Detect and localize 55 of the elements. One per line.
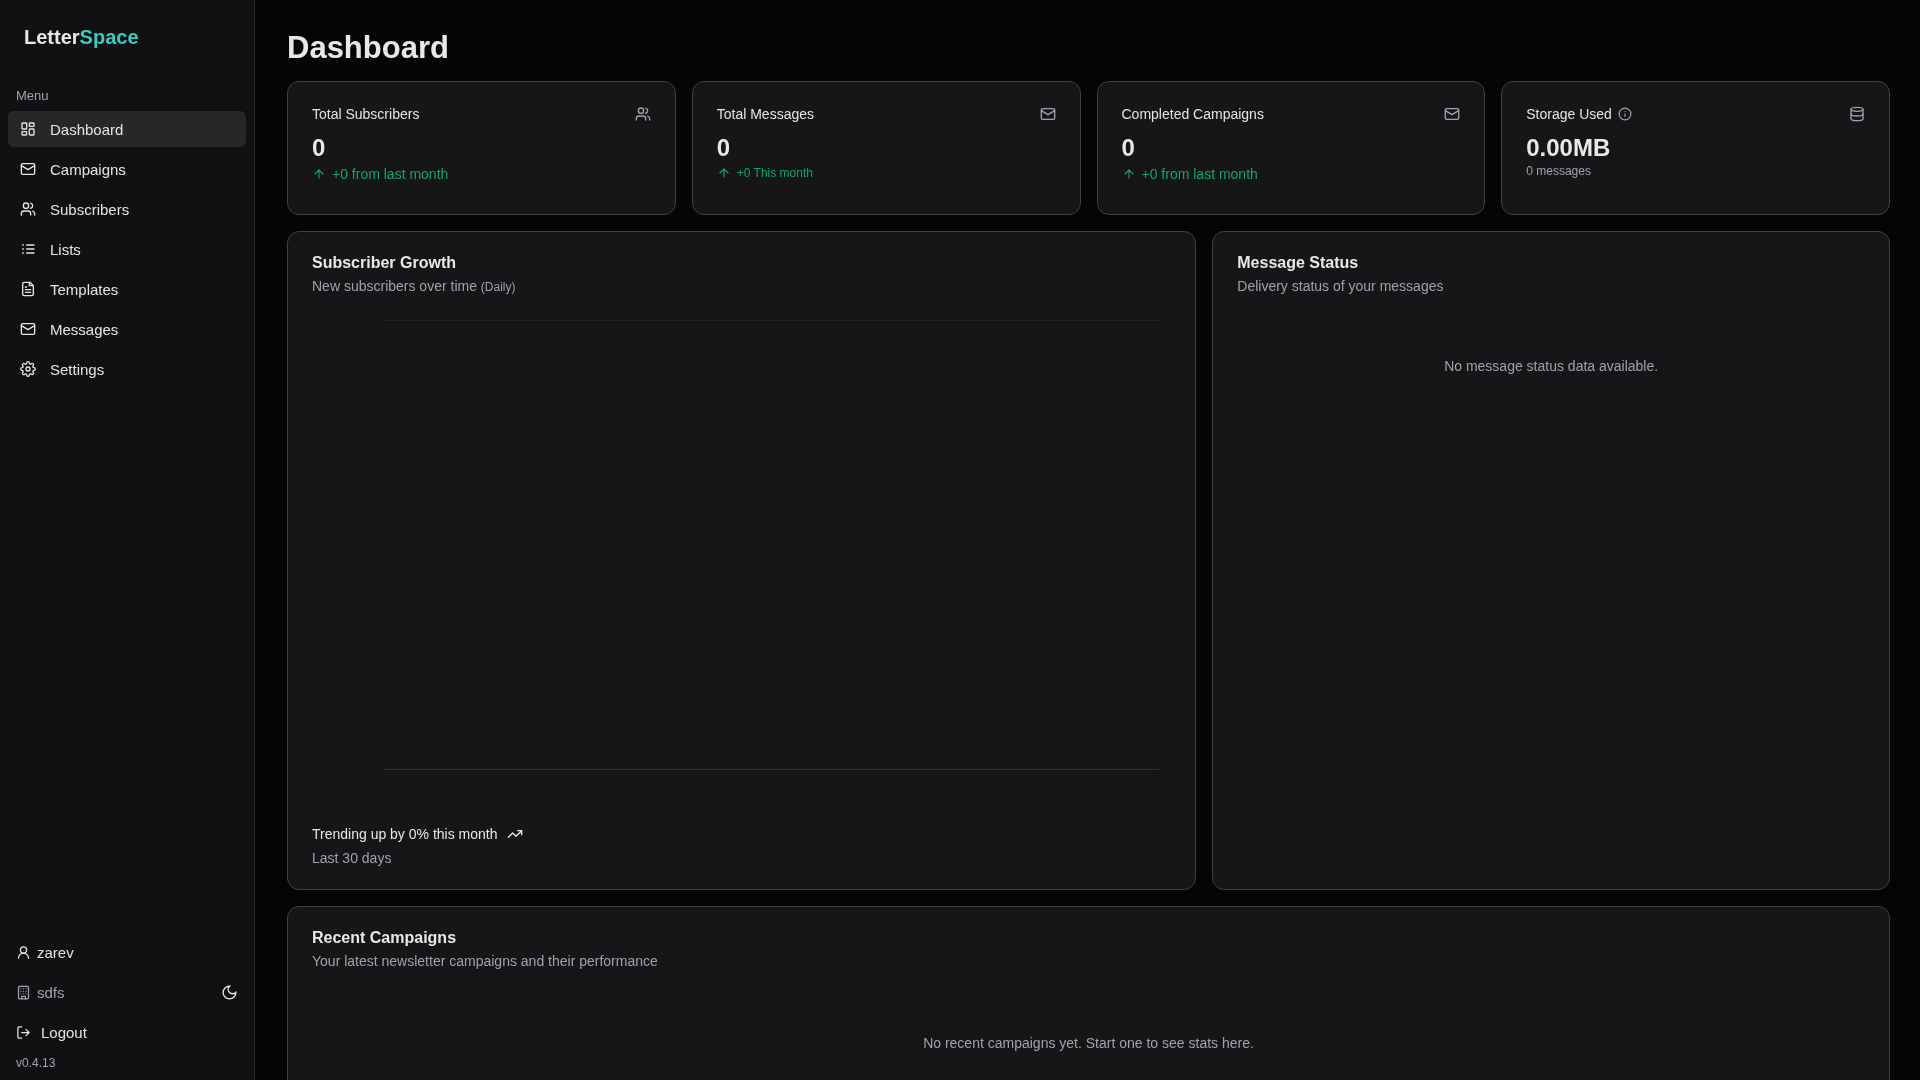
card-title: Message Status	[1237, 254, 1360, 272]
stat-note: 0 messages	[1526, 164, 1592, 178]
stat-value: 0	[312, 134, 327, 162]
envelope-icon	[1444, 106, 1461, 122]
envelope-icon	[20, 161, 36, 177]
empty-message: No recent campaigns yet. Start one to see stats here.	[922, 1035, 1255, 1051]
nav-item[interactable]: Messages	[8, 311, 246, 347]
version-label: v0.4.13	[15, 1055, 57, 1070]
card-title: Recent Campaigns	[312, 929, 458, 947]
grid-icon	[20, 121, 36, 137]
logout-button[interactable]: Logout	[16, 1023, 87, 1041]
stat-value: 0	[1121, 134, 1136, 162]
document-icon	[20, 281, 36, 297]
arrow-up-icon	[1121, 167, 1136, 181]
stat-trend: +0 from last month	[332, 166, 449, 182]
stat-value: 0	[716, 134, 732, 162]
nav-item[interactable]: Settings	[8, 351, 246, 387]
stat-title: Completed Campaigns	[1121, 106, 1264, 122]
stat-trend: +0 from last month	[1141, 166, 1258, 182]
envelope-icon	[1039, 106, 1056, 122]
logout-icon	[16, 1024, 31, 1040]
nav-item[interactable]: Campaigns	[8, 151, 246, 187]
arrow-up-icon	[716, 166, 731, 180]
stat-title: Storage Used	[1526, 106, 1612, 122]
card-subtitle: Your latest newsletter campaigns and their performance	[312, 953, 659, 969]
nav-item[interactable]: Subscribers	[8, 191, 246, 227]
info-icon	[1617, 107, 1632, 121]
envelope-icon	[20, 321, 36, 337]
menu-heading: Menu	[15, 87, 50, 105]
nav-item[interactable]: Lists	[8, 231, 246, 267]
users-icon	[20, 201, 36, 217]
users-icon	[634, 106, 651, 122]
building-icon	[16, 984, 31, 1000]
card-title: Subscriber Growth	[312, 254, 458, 272]
stat-trend: +0 This month	[736, 166, 813, 180]
trend-text: Trending up by 0% this month	[312, 826, 498, 842]
stat-title: Total Subscribers	[312, 106, 420, 122]
card-subtitle: New subscribers over time (Daily)	[312, 278, 517, 294]
organization-name[interactable]: sdfs	[16, 983, 65, 1001]
list-icon	[20, 241, 36, 257]
stat-value: 0.00MB	[1526, 134, 1612, 162]
empty-message: No message status data available.	[1443, 358, 1660, 374]
nav-item[interactable]: Templates	[8, 271, 246, 307]
user-icon	[16, 944, 31, 960]
page-title: Dashboard	[287, 30, 450, 66]
database-icon	[1849, 106, 1865, 122]
app-logo[interactable]: LetterSpace	[24, 26, 139, 48]
settings-icon	[20, 361, 36, 377]
arrow-up-icon	[312, 167, 326, 181]
card-subtitle: Delivery status of your messages	[1237, 278, 1445, 294]
range-text: Last 30 days	[312, 850, 393, 866]
user-name[interactable]: zarev	[16, 943, 74, 961]
nav-item[interactable]: Dashboard	[8, 111, 246, 147]
stat-title: Total Messages	[716, 106, 815, 122]
moon-icon[interactable]	[221, 983, 238, 1001]
